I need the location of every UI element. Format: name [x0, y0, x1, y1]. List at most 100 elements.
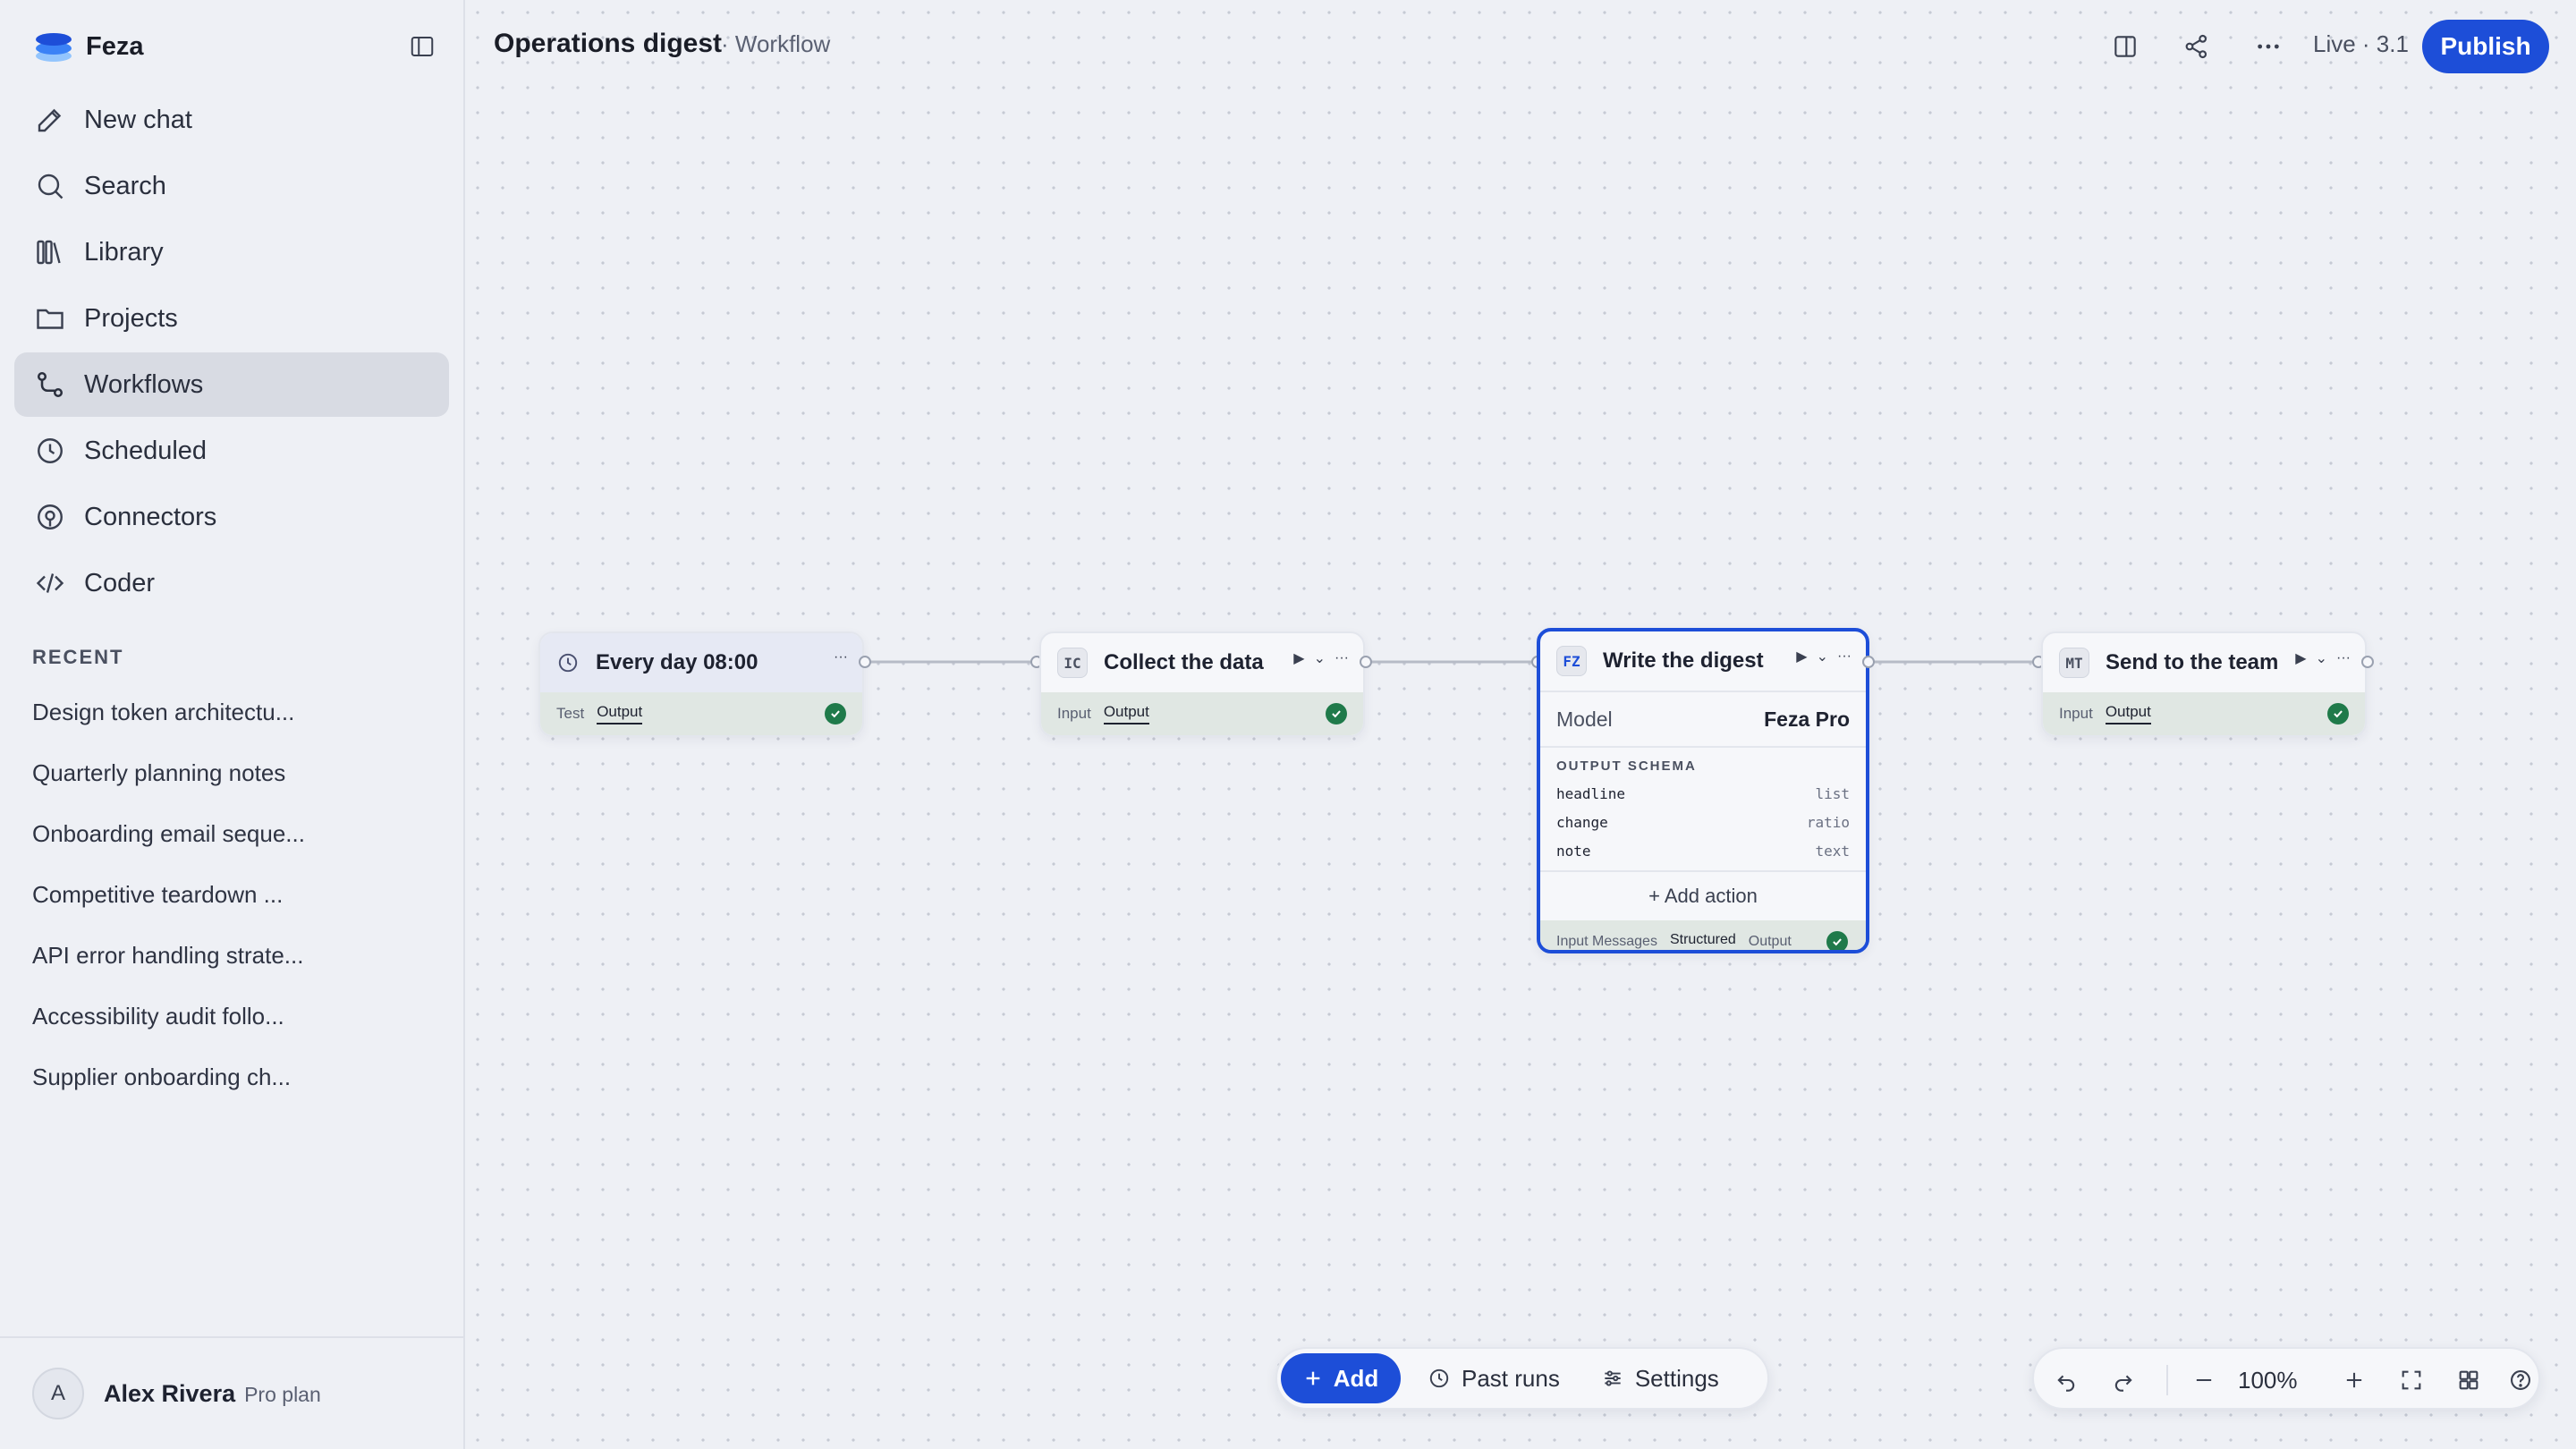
nav-search[interactable]: Search — [14, 154, 449, 218]
node-tab-output[interactable]: Output — [1103, 703, 1149, 724]
live-version: Live · 3.1 — [2313, 30, 2409, 57]
recent-item[interactable]: Competitive teardown ... — [32, 877, 305, 937]
node-title: Send to the team — [2106, 650, 2279, 674]
nav-label: Workflows — [84, 369, 204, 399]
node-more-icon[interactable]: ··· — [1335, 650, 1349, 666]
model-row[interactable]: Model Feza Pro — [1540, 691, 1866, 746]
page-subtitle: · Workflow — [721, 30, 831, 57]
node-tab-output[interactable]: Output — [2105, 703, 2151, 724]
nav-label: New chat — [84, 105, 192, 134]
schema-row[interactable]: note text — [1556, 836, 1850, 865]
fit-view-icon[interactable] — [2392, 1360, 2431, 1400]
node-tools: ▶ ⌄ ··· — [1796, 648, 1852, 665]
avatar: A — [32, 1368, 84, 1419]
schema-row[interactable]: change ratio — [1556, 808, 1850, 836]
schema-row[interactable]: headline list — [1556, 779, 1850, 808]
schema-title: OUTPUT SCHEMA — [1556, 758, 1697, 774]
help-icon[interactable] — [2504, 1360, 2537, 1400]
past-runs-button[interactable]: Past runs — [1413, 1353, 1574, 1403]
nav-library[interactable]: Library — [14, 220, 449, 284]
nav-coder[interactable]: Coder — [14, 551, 449, 615]
nav-label: Scheduled — [84, 436, 208, 465]
sidebar: Feza New chat Search Library Projects Wo… — [0, 0, 465, 1449]
node-more-icon[interactable]: ··· — [2336, 650, 2351, 666]
grid-icon[interactable] — [2449, 1360, 2488, 1400]
settings-button[interactable]: Settings — [1587, 1353, 1733, 1403]
clock-icon — [38, 438, 63, 463]
zoom-in-icon[interactable] — [2334, 1360, 2374, 1400]
nav-new-chat[interactable]: New chat — [14, 88, 449, 152]
publish-button[interactable]: Publish — [2422, 20, 2549, 73]
feza-logo-icon — [36, 31, 72, 62]
node-tools: ··· — [834, 649, 848, 665]
recent-item[interactable]: Quarterly planning notes — [32, 755, 305, 816]
recent-item[interactable]: Accessibility audit follo... — [32, 998, 305, 1059]
nav-label: Coder — [84, 568, 155, 597]
settings-label: Settings — [1634, 1364, 1719, 1392]
node-tab-structured[interactable]: Structured — [1670, 932, 1736, 950]
output-port[interactable] — [1360, 656, 1372, 668]
page-title: Operations digest — [494, 29, 723, 58]
output-schema: OUTPUT SCHEMA headline list change ratio… — [1540, 746, 1866, 870]
recent-item[interactable]: Design token architectu... — [32, 694, 305, 755]
recent-item[interactable]: Supplier onboarding ch... — [32, 1059, 305, 1120]
run-icon[interactable]: ▶ — [2295, 649, 2306, 667]
node-more-icon[interactable]: ··· — [1837, 648, 1852, 665]
node-more-icon[interactable]: ··· — [834, 649, 848, 665]
output-port[interactable] — [2361, 656, 2374, 668]
node-tab-test[interactable]: Test — [556, 705, 584, 723]
code-icon — [36, 573, 64, 593]
node-tab-output[interactable]: Output — [597, 703, 643, 724]
success-check-icon — [2327, 703, 2349, 724]
node-tab-input[interactable]: Input — [1057, 705, 1091, 723]
brand[interactable]: Feza — [36, 27, 143, 66]
plus-icon — [1306, 1371, 1320, 1385]
nav-projects[interactable]: Projects — [14, 286, 449, 351]
trigger-node[interactable]: Every day 08:00 ··· Test Output — [538, 631, 864, 737]
schema-key: change — [1556, 813, 1608, 831]
sidebar-toggle-icon[interactable] — [404, 29, 440, 64]
nav-workflows[interactable]: Workflows — [14, 352, 449, 417]
chevron-down-icon[interactable]: ⌄ — [1314, 649, 1326, 667]
recent-item[interactable]: API error handling strate... — [32, 937, 305, 998]
more-options-icon[interactable] — [2249, 27, 2288, 66]
add-button[interactable]: Add — [1281, 1353, 1401, 1403]
chevron-down-icon[interactable]: ⌄ — [1817, 648, 1828, 665]
nav-label: Connectors — [84, 502, 217, 531]
panel-toggle-icon[interactable] — [2106, 27, 2145, 66]
run-icon[interactable]: ▶ — [1796, 648, 1807, 665]
zoom-out-icon[interactable] — [2184, 1360, 2224, 1400]
nav-scheduled[interactable]: Scheduled — [14, 419, 449, 483]
folder-icon — [37, 309, 64, 329]
send-node[interactable]: MT Send to the team ▶ ⌄ ··· Input Output — [2041, 631, 2367, 737]
workflow-icon — [37, 371, 64, 398]
pencil-icon — [38, 108, 62, 132]
user-profile[interactable]: A Alex Rivera Pro plan — [0, 1336, 465, 1449]
recent-item[interactable]: Onboarding email seque... — [32, 816, 305, 877]
add-action-button[interactable]: + Add action — [1540, 870, 1866, 920]
digest-node[interactable]: FZ Write the digest ▶ ⌄ ··· Model Feza P… — [1537, 628, 1869, 953]
nav-label: Projects — [84, 303, 178, 333]
node-tab-output[interactable]: Output — [1749, 934, 1792, 950]
collect-node[interactable]: IC Collect the data ▶ ⌄ ··· Input Output — [1039, 631, 1365, 737]
run-icon[interactable]: ▶ — [1293, 649, 1304, 667]
chevron-down-icon[interactable]: ⌄ — [2316, 649, 2327, 667]
nav-connectors[interactable]: Connectors — [14, 485, 449, 549]
sidebar-nav: New chat Search Library Projects Workflo… — [14, 88, 449, 617]
redo-icon[interactable] — [2104, 1360, 2143, 1400]
user-info: Alex Rivera Pro plan — [104, 1380, 321, 1408]
output-port[interactable] — [859, 656, 871, 668]
nav-label: Library — [84, 237, 164, 267]
output-port[interactable] — [1862, 656, 1875, 668]
node-footer: Input Output — [2043, 692, 2365, 735]
node-header: Every day 08:00 ··· — [540, 633, 862, 692]
clock-icon — [558, 653, 578, 673]
node-tab-input[interactable]: Input — [2059, 705, 2093, 723]
node-tab-input-messages[interactable]: Input Messages — [1556, 934, 1657, 950]
zoom-level: 100% — [2238, 1367, 2298, 1394]
schema-type: list — [1815, 784, 1850, 802]
past-runs-label: Past runs — [1462, 1364, 1560, 1392]
undo-icon[interactable] — [2046, 1360, 2086, 1400]
share-icon[interactable] — [2177, 27, 2216, 66]
model-label: Model — [1556, 707, 1613, 731]
